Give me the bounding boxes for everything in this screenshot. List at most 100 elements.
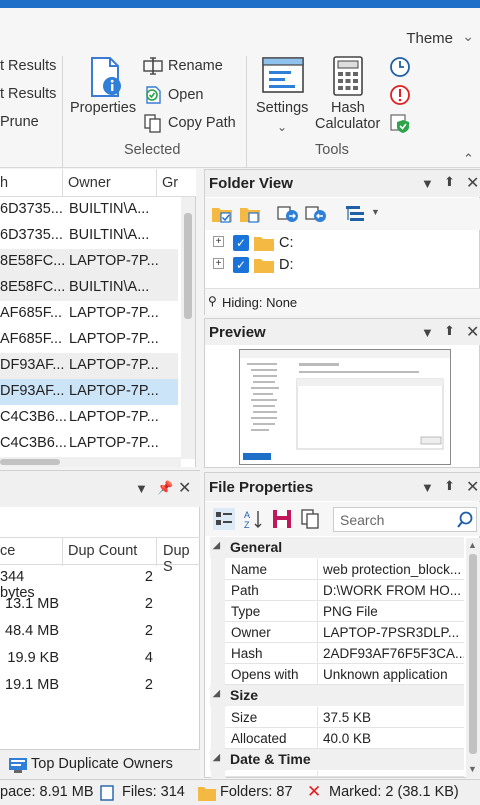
pane-menu-chevron-icon[interactable]: ▼ [135,481,148,496]
pane-menu-chevron-icon[interactable]: ▼ [421,325,434,340]
scrollbar-thumb[interactable] [469,554,477,754]
category-size[interactable]: ◢ Size [210,685,464,706]
scrollbar-thumb[interactable] [184,213,192,319]
pane-menu-chevron-icon[interactable]: ▼ [421,480,434,495]
expand-icon[interactable]: + [213,236,224,247]
category-general[interactable]: ◢ General [210,537,464,558]
save-icon[interactable] [271,508,293,530]
hiding-filter[interactable]: ⚲ Hiding: None [205,288,480,315]
close-icon[interactable]: ✕ [466,322,479,342]
folder-uncheck-icon[interactable] [239,204,261,224]
cell-dup-count: 2 [144,623,153,639]
results-item-1[interactable]: t Results [0,58,56,74]
properties-button[interactable]: Properties [70,52,140,132]
collapse-ribbon-icon[interactable]: ⌃ [463,151,474,167]
search-input[interactable]: Search [333,507,477,532]
close-icon[interactable]: ✕ [466,477,479,497]
table-row[interactable]: 344 bytes 2 [0,565,200,601]
checkbox-checked-icon[interactable]: ✓ [233,235,249,251]
pin-icon[interactable]: ⬆ [444,478,455,494]
categorized-view-icon[interactable] [213,508,235,530]
collapse-arrow-icon[interactable]: ◢ [213,688,220,699]
properties-scrollbar[interactable]: ▲ ▼ [466,538,480,778]
table-row[interactable]: DF93AF... LAPTOP-7P... [0,379,178,405]
table-row[interactable]: 6D3735... BUILTIN\A... [0,197,178,223]
pin-icon[interactable]: ⬆ [444,323,455,339]
rename-button[interactable]: Rename [143,56,243,78]
column-dup-count[interactable]: Dup Count [68,543,137,559]
table-row[interactable]: 8E58FC... LAPTOP-7P... [0,249,178,275]
property-row[interactable]: Type PNG File [225,601,464,622]
property-row[interactable]: Opens with Unknown application [225,664,464,685]
property-row[interactable]: Allocated 40.0 KB [225,728,464,749]
collapse-arrow-icon[interactable]: ◢ [213,752,220,763]
scrollbar-thumb[interactable] [0,459,60,465]
settings-button[interactable]: Settings ⌄ [252,52,316,138]
vertical-scrollbar[interactable] [181,197,195,459]
scroll-down-icon[interactable]: ▼ [468,764,477,774]
table-row[interactable]: AF685F... LAPTOP-7P... [0,327,178,353]
open-button[interactable]: Open [143,84,243,106]
table-row[interactable]: C4C3B6... LAPTOP-7P... [0,405,178,431]
table-row[interactable]: 19.9 KB 4 [0,646,200,673]
column-divider [317,728,318,748]
close-icon[interactable]: ✕ [466,173,479,193]
table-row[interactable]: 19.1 MB 2 [0,673,200,700]
property-row[interactable]: Created 02.12.2021 13:31:05 [225,771,464,777]
tree-item-c[interactable]: + ✓ C: [211,233,461,255]
property-row[interactable]: Hash 2ADF93AF76F5F3CA... [225,643,464,664]
pin-icon[interactable]: ⬆ [444,174,455,190]
clock-icon[interactable] [389,56,411,78]
folder-check-icon[interactable] [211,204,233,224]
column-group[interactable]: Gr [162,175,178,191]
cell-hash: DF93AF... [0,383,65,399]
copy-path-button[interactable]: Copy Path [143,112,243,134]
checkbox-checked-icon[interactable]: ✓ [233,257,249,273]
table-row[interactable]: AF685F... LAPTOP-7P... [0,301,178,327]
theme-menu[interactable]: Theme [406,30,453,47]
property-row[interactable]: Owner LAPTOP-7PSR3DLP... [225,622,464,643]
table-row[interactable]: 48.4 MB 2 [0,619,200,646]
shield-check-icon[interactable] [389,112,411,134]
collapse-all-icon[interactable] [305,204,327,224]
property-gutter [211,538,226,778]
results-item-2[interactable]: t Results [0,86,56,102]
copy-path-label: Copy Path [168,115,236,131]
hash-calculator-button[interactable]: Hash Calculator [315,52,385,138]
cell-size: 19.9 KB [7,650,59,666]
column-hash[interactable]: h [0,175,8,191]
table-row[interactable]: 8E58FC... BUILTIN\A... [0,275,178,301]
cell-hash: 8E58FC... [0,279,66,295]
collapse-arrow-icon[interactable]: ◢ [213,540,220,551]
table-row[interactable]: 6D3735... BUILTIN\A... [0,223,178,249]
chevron-down-icon[interactable]: ⌄ [462,28,474,45]
chevron-down-icon[interactable]: ▼ [371,207,380,217]
category-date-time[interactable]: ◢ Date & Time [210,749,464,770]
tab-top-duplicate-owners[interactable]: Top Duplicate Owners [0,749,200,779]
column-size[interactable]: ce [0,543,15,559]
property-key: Size [231,710,258,725]
tree-view-icon[interactable] [345,204,367,224]
tree-item-d[interactable]: + ✓ D: [211,255,461,277]
property-row[interactable]: Name web protection_block... [225,559,464,580]
horizontal-scrollbar[interactable] [0,457,181,467]
alert-icon[interactable] [389,84,411,106]
scroll-up-icon[interactable]: ▲ [468,540,477,550]
prune-item[interactable]: Prune [0,114,39,130]
pane-menu-chevron-icon[interactable]: ▼ [421,176,434,191]
table-row[interactable]: C4C3B6... LAPTOP-7P... [0,431,178,457]
expand-icon[interactable]: + [213,258,224,269]
close-icon[interactable]: ✕ [178,478,191,498]
table-row[interactable]: DF93AF... LAPTOP-7P... [0,353,178,379]
cell-hash: C4C3B6... [0,409,67,425]
sort-alphabetical-icon[interactable]: A Z [243,508,265,530]
property-row[interactable]: Size 37.5 KB [225,707,464,728]
column-owner[interactable]: Owner [68,175,111,191]
folder-tree: + ✓ C: + ✓ D: [205,231,480,287]
search-icon[interactable] [456,511,474,529]
property-row[interactable]: Path D:\WORK FROM HO... [225,580,464,601]
table-row[interactable]: 13.1 MB 2 [0,592,200,619]
copy-icon[interactable] [299,508,321,530]
expand-all-icon[interactable] [277,204,299,224]
pin-icon[interactable]: 📌 [157,480,173,496]
